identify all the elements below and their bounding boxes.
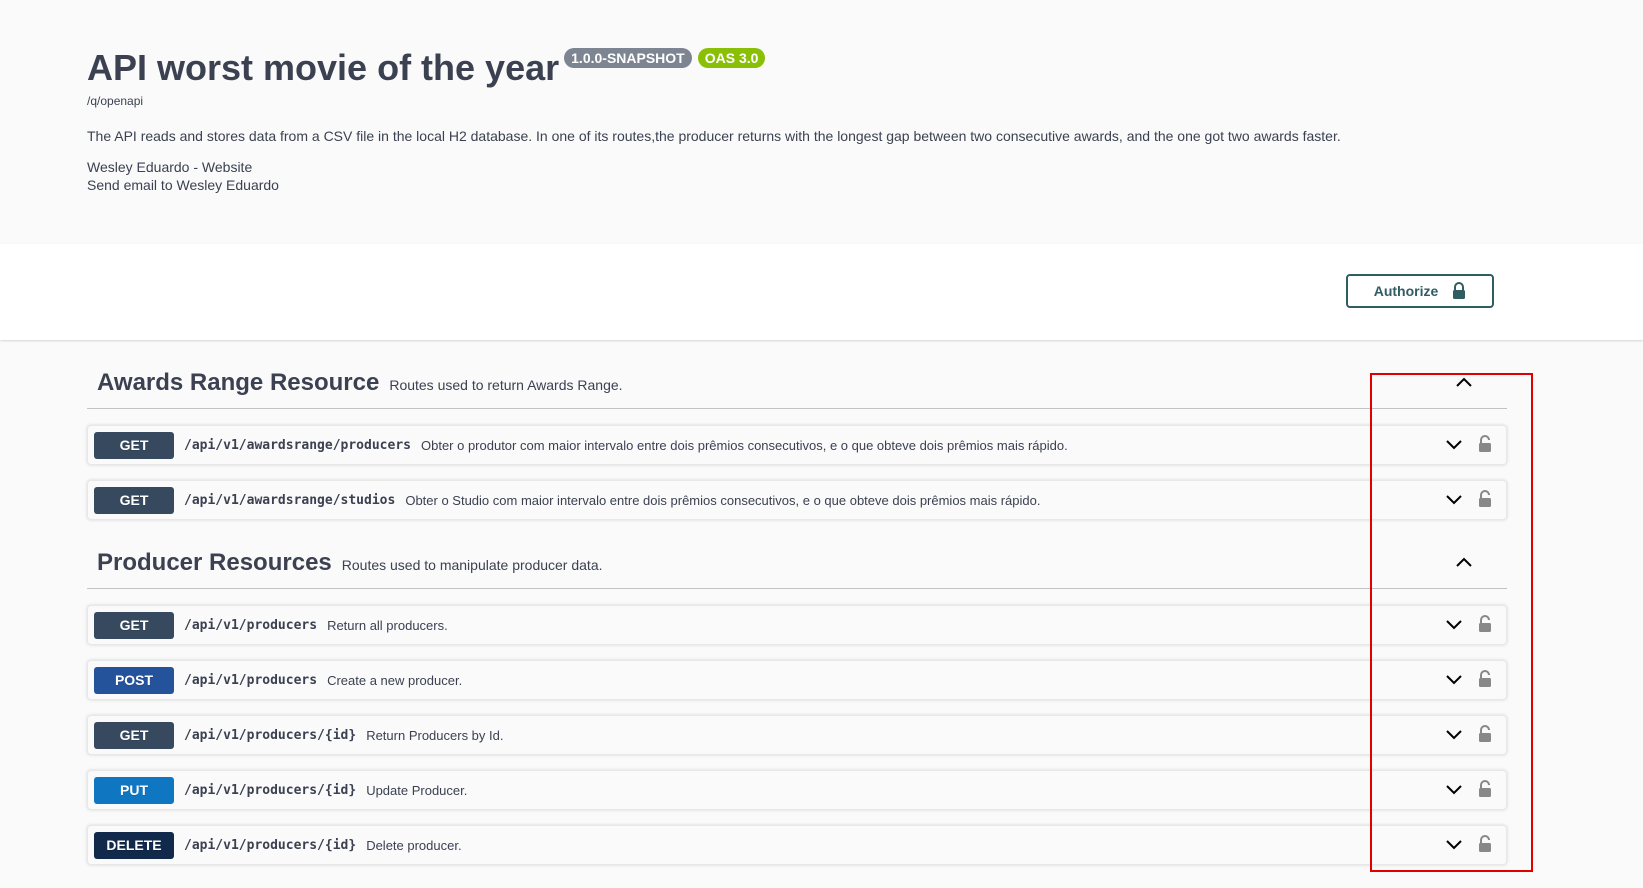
contact-email-link[interactable]: Send email to Wesley Eduardo (87, 177, 279, 193)
operation-summary: Obter o produtor com maior intervalo ent… (420, 437, 1068, 453)
contact-website-link[interactable]: Wesley Eduardo - Website (87, 159, 252, 175)
operation-summary: Return all producers. (327, 617, 448, 633)
section-header[interactable]: Awards Range Resource Routes used to retu… (87, 358, 1507, 409)
oas-badge: OAS 3.0 (697, 48, 766, 68)
highlight-box (1370, 373, 1533, 872)
api-title: API worst movie of the year (87, 47, 560, 88)
operation-path: /api/v1/awardsrange/studios (184, 492, 396, 508)
operation-path: /api/v1/producers/{id} (184, 837, 357, 853)
operation-row[interactable]: PUT/api/v1/producers/{id} Update Producer… (87, 770, 1507, 810)
operation-row[interactable]: GET/api/v1/producers Return all producers… (87, 605, 1507, 645)
method-badge: GET (94, 486, 174, 514)
scheme-container: Authorize (0, 244, 1643, 340)
title-row: API worst movie of the year 1.0.0-SNAPSH… (87, 44, 766, 92)
api-info: API worst movie of the year 1.0.0-SNAPSH… (0, 0, 1643, 244)
method-badge: POST (94, 666, 174, 694)
method-badge: PUT (94, 776, 174, 804)
version-badge: 1.0.0-SNAPSHOT (564, 48, 692, 68)
lock-icon (1452, 282, 1466, 300)
section-title[interactable]: Awards Range Resource (97, 369, 379, 397)
operation-path: /api/v1/producers/{id} (184, 727, 357, 743)
operation-summary: Obter o Studio com maior intervalo entre… (405, 492, 1041, 508)
operation-row[interactable]: GET/api/v1/producers/{id} Return Producer… (87, 715, 1507, 755)
api-description: The API reads and stores data from a CSV… (87, 128, 1341, 144)
operation-path: /api/v1/producers (184, 617, 318, 633)
operation-path: /api/v1/producers (184, 672, 318, 688)
method-badge: DELETE (94, 831, 174, 859)
section-description: Routes used to return Awards Range. (389, 377, 623, 393)
operation-row[interactable]: GET/api/v1/awardsrange/producers Obter o … (87, 425, 1507, 465)
operation-summary: Update Producer. (366, 782, 468, 798)
openapi-url-link[interactable]: /q/openapi (87, 94, 143, 108)
method-badge: GET (94, 721, 174, 749)
operation-summary: Delete producer. (366, 837, 462, 853)
section-title[interactable]: Producer Resources (97, 549, 332, 577)
operation-summary: Return Producers by Id. (366, 727, 504, 743)
operation-path: /api/v1/awardsrange/producers (184, 437, 411, 453)
operation-row[interactable]: DELETE/api/v1/producers/{id} Delete produ… (87, 825, 1507, 865)
section-header[interactable]: Producer Resources Routes used to manipul… (87, 538, 1507, 589)
method-badge: GET (94, 431, 174, 459)
authorize-label: Authorize (1373, 283, 1439, 299)
operation-row[interactable]: GET/api/v1/awardsrange/studios Obter o St… (87, 480, 1507, 520)
method-badge: GET (94, 611, 174, 639)
operation-path: /api/v1/producers/{id} (184, 782, 357, 798)
operation-summary: Create a new producer. (327, 672, 463, 688)
authorize-button[interactable]: Authorize (1346, 274, 1494, 308)
operation-row[interactable]: POST/api/v1/producers Create a new produc… (87, 660, 1507, 700)
section-description: Routes used to manipulate producer data. (341, 557, 603, 573)
